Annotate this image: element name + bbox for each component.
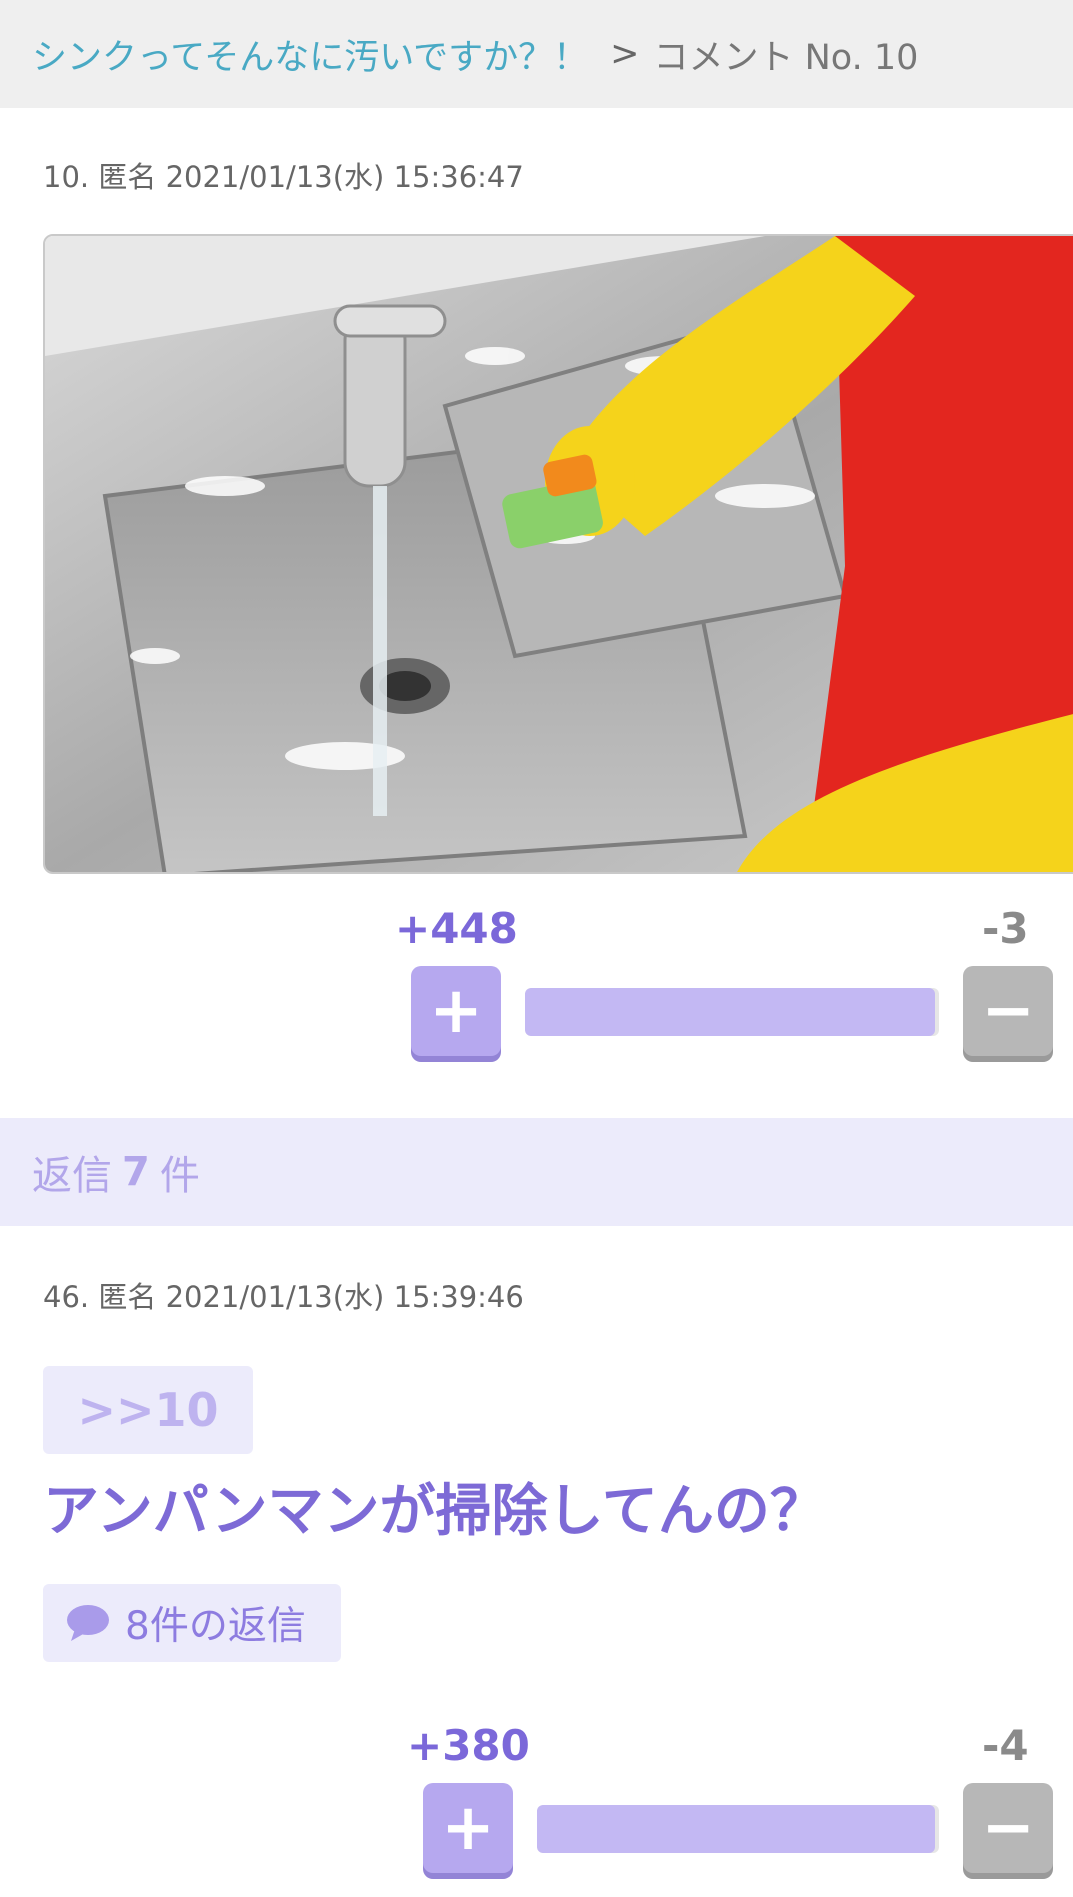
comment-number: 10.: [43, 160, 90, 194]
reply-minus-button[interactable]: −: [963, 1783, 1053, 1873]
reply-datetime: 2021/01/13(水) 15:39:46: [165, 1280, 524, 1314]
replies-header-count: 7: [122, 1149, 150, 1195]
reply-plus-button[interactable]: +: [423, 1783, 513, 1873]
reply-vote-panel: +380 -4 + −: [0, 1721, 1073, 1881]
minus-icon: −: [981, 974, 1035, 1048]
reply-minus-count: -4: [982, 1721, 1029, 1770]
replies-header-suffix: 件: [159, 1153, 200, 1199]
reply-count-label: 8件の返信: [125, 1604, 306, 1649]
reply-meta: 46. 匿名 2021/01/13(水) 15:39:46: [43, 1274, 524, 1316]
breadcrumb: シンクってそんなに汚いですか？！ > コメント No. 10: [0, 0, 1073, 108]
breadcrumb-separator: >: [610, 34, 640, 74]
comment-author: 匿名: [98, 160, 157, 194]
reply-author: 匿名: [98, 1280, 157, 1314]
minus-count: -3: [982, 904, 1029, 953]
reply-anchor-link[interactable]: >>10: [43, 1366, 253, 1454]
reply-vote-ratio-fill: [537, 1805, 935, 1853]
vote-ratio-fill: [525, 988, 935, 1036]
comment-meta: 10. 匿名 2021/01/13(水) 15:36:47: [43, 154, 524, 196]
reply-plus-count: +380: [407, 1721, 530, 1770]
plus-icon: +: [429, 974, 483, 1048]
speech-bubble-icon: [67, 1605, 109, 1641]
reply-count-button[interactable]: 8件の返信: [43, 1584, 341, 1662]
plus-count: +448: [395, 904, 518, 953]
vote-ratio-bar: [525, 988, 939, 1036]
comment-datetime: 2021/01/13(水) 15:36:47: [165, 160, 524, 194]
plus-button[interactable]: +: [411, 966, 501, 1056]
minus-button[interactable]: −: [963, 966, 1053, 1056]
replies-header: 返信 7 件: [0, 1118, 1073, 1226]
reply-text: アンパンマンが掃除してんの？: [43, 1479, 826, 1544]
breadcrumb-current: コメント No. 10: [653, 37, 919, 78]
replies-header-prefix: 返信: [32, 1153, 112, 1199]
reply-vote-ratio-bar: [537, 1805, 939, 1853]
plus-icon: +: [441, 1791, 495, 1865]
reply-number: 46.: [43, 1280, 90, 1314]
vote-panel: +448 -3 + −: [0, 904, 1073, 1064]
minus-icon: −: [981, 1791, 1035, 1865]
comment-image[interactable]: [43, 234, 1073, 874]
breadcrumb-topic-link[interactable]: シンクってそんなに汚いですか？！: [32, 29, 588, 80]
